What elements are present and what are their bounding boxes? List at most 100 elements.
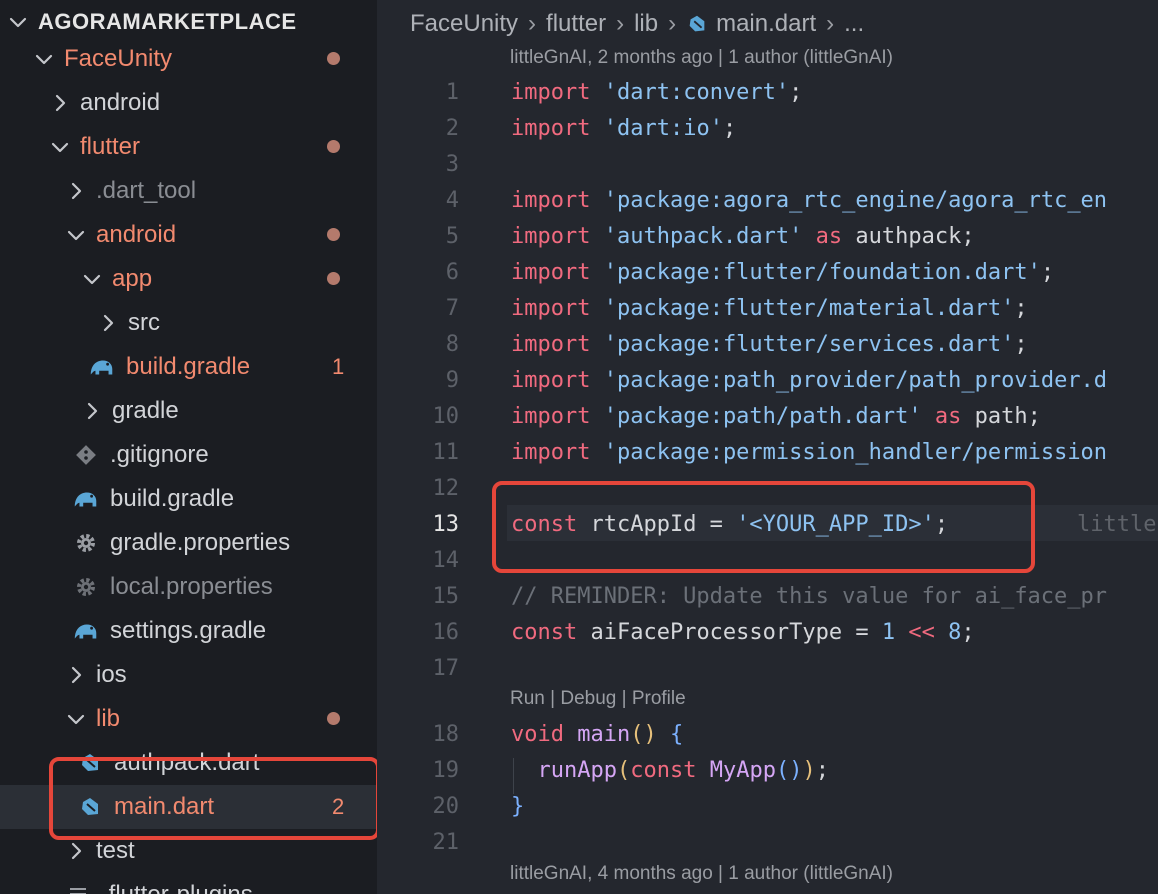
modified-dot [327, 228, 340, 241]
tree-folder-lib[interactable]: lib [0, 697, 377, 741]
tree-label: .dart_tool [96, 177, 197, 204]
keyword-import: import [511, 116, 591, 141]
class-name: MyApp [709, 758, 776, 783]
string-literal: 'dart:io' [603, 116, 723, 141]
codelens-blame-top[interactable]: littleGnAI, 2 months ago | 1 author (lit… [510, 47, 893, 69]
chevron-down-icon [32, 47, 56, 71]
code-line-15-comment[interactable]: // REMINDER: Update this value for ai_fa… [511, 584, 1107, 609]
breadcrumb-item[interactable]: flutter [546, 10, 606, 38]
chevron-down-icon [64, 223, 88, 247]
code-editor[interactable]: FaceUnity › flutter › lib › main.dart › … [377, 0, 1158, 894]
git-icon [72, 441, 100, 469]
string-literal: 'package:permission_handler/permission [603, 440, 1108, 465]
line-number: 9 [445, 368, 459, 393]
tree-folder-gradle[interactable]: gradle [0, 389, 377, 433]
tree-label: android [96, 221, 177, 248]
keyword-const: const [630, 758, 697, 783]
line-number: 14 [432, 548, 460, 573]
tree-folder-dart-tool[interactable]: .dart_tool [0, 169, 377, 213]
code-line-10[interactable]: import 'package:path/path.dart' as path; [511, 404, 1041, 429]
keyword-import: import [511, 80, 591, 105]
tree-folder-android[interactable]: android [0, 81, 377, 125]
code-line-11[interactable]: import 'package:permission_handler/permi… [511, 440, 1107, 465]
line-number: 15 [432, 584, 460, 609]
breadcrumb-item[interactable]: FaceUnity [410, 10, 518, 38]
code-line-18[interactable]: void main() { [511, 722, 683, 747]
annotation-box-main-dart [49, 757, 377, 840]
code-line-20[interactable]: } [511, 794, 524, 819]
gradle-elephant-icon [72, 617, 100, 645]
string-literal: 'package:flutter/services.dart' [603, 332, 1015, 357]
tree-label: app [112, 265, 153, 292]
keyword-import: import [511, 224, 591, 249]
dart-icon [686, 13, 708, 35]
code-line-6[interactable]: import 'package:flutter/foundation.dart'… [511, 260, 1054, 285]
line-number: 7 [445, 296, 459, 321]
code-line-5[interactable]: import 'authpack.dart' as authpack; [511, 224, 975, 249]
inline-blame: little [1077, 512, 1157, 537]
code-line-19[interactable]: runApp(const MyApp()); [511, 758, 829, 783]
keyword-import: import [511, 296, 591, 321]
tree-file-flutter-plugins[interactable]: .flutter-plugins [0, 873, 377, 894]
keyword-import: import [511, 404, 591, 429]
code-line-4[interactable]: import 'package:agora_rtc_engine/agora_r… [511, 188, 1107, 213]
tree-label: .flutter-plugins [102, 881, 253, 894]
line-number: 21 [432, 830, 460, 855]
tree-folder-flutter-android[interactable]: android [0, 213, 377, 257]
tree-folder-app[interactable]: app [0, 257, 377, 301]
tree-file-local-properties[interactable]: local.properties [0, 565, 377, 609]
gradle-elephant-icon [72, 485, 100, 513]
keyword-import: import [511, 332, 591, 357]
keyword-as: as [934, 404, 962, 429]
line-number: 19 [432, 758, 460, 783]
file-icon [64, 881, 92, 894]
line-number: 17 [432, 656, 460, 681]
breadcrumb-item[interactable]: ... [844, 10, 864, 38]
string-literal: 'authpack.dart' [603, 224, 803, 249]
chevron-right-icon [64, 663, 88, 687]
string-literal: 'package:flutter/material.dart' [603, 296, 1015, 321]
codelens-blame-bottom[interactable]: littleGnAI, 4 months ago | 1 author (lit… [510, 863, 893, 885]
code-line-2[interactable]: import 'dart:io'; [511, 116, 736, 141]
tree-label: android [80, 89, 161, 116]
codelens-run-debug-profile[interactable]: Run | Debug | Profile [510, 688, 686, 710]
chevron-right-icon: › [668, 10, 677, 37]
function-name: main [577, 722, 631, 747]
code-line-16[interactable]: const aiFaceProcessorType = 1 << 8; [511, 620, 975, 645]
tree-label: build.gradle [126, 353, 251, 380]
tree-folder-src[interactable]: src [0, 301, 377, 345]
operator: << [895, 620, 949, 645]
code-line-9[interactable]: import 'package:path_provider/path_provi… [511, 368, 1107, 393]
breadcrumb: FaceUnity › flutter › lib › main.dart › … [410, 8, 864, 40]
line-number: 6 [445, 260, 459, 285]
tree-file-build-gradle[interactable]: build.gradle [0, 477, 377, 521]
tree-label: FaceUnity [64, 45, 173, 72]
problem-count-badge: 1 [332, 354, 345, 379]
chevron-down-icon [80, 267, 104, 291]
code-line-8[interactable]: import 'package:flutter/services.dart'; [511, 332, 1028, 357]
line-number: 12 [432, 476, 460, 501]
import-alias: authpack; [842, 224, 975, 249]
tree-file-app-build-gradle[interactable]: build.gradle 1 [0, 345, 377, 389]
string-literal: 'package:path/path.dart' [603, 404, 922, 429]
tree-folder-ios[interactable]: ios [0, 653, 377, 697]
tree-label: src [128, 309, 160, 336]
chevron-right-icon [96, 311, 120, 335]
tree-label: flutter [80, 133, 141, 160]
breadcrumb-item[interactable]: lib [634, 10, 658, 38]
tree-folder-faceunity[interactable]: FaceUnity [0, 37, 377, 81]
tree-label: lib [96, 705, 121, 732]
tree-file-gradle-properties[interactable]: gradle.properties [0, 521, 377, 565]
annotation-box-app-id [492, 481, 1035, 573]
tree-file-settings-gradle[interactable]: settings.gradle [0, 609, 377, 653]
tree-folder-flutter[interactable]: flutter [0, 125, 377, 169]
keyword-as: as [815, 224, 843, 249]
tree-label: gradle [112, 397, 179, 424]
code-line-1[interactable]: import 'dart:convert'; [511, 80, 802, 105]
chevron-down-icon [6, 10, 30, 34]
gradle-elephant-icon [88, 353, 116, 381]
code-line-7[interactable]: import 'package:flutter/material.dart'; [511, 296, 1028, 321]
breadcrumb-item[interactable]: main.dart [716, 10, 816, 38]
number-literal: 1 [881, 620, 896, 645]
tree-file-gitignore[interactable]: .gitignore [0, 433, 377, 477]
